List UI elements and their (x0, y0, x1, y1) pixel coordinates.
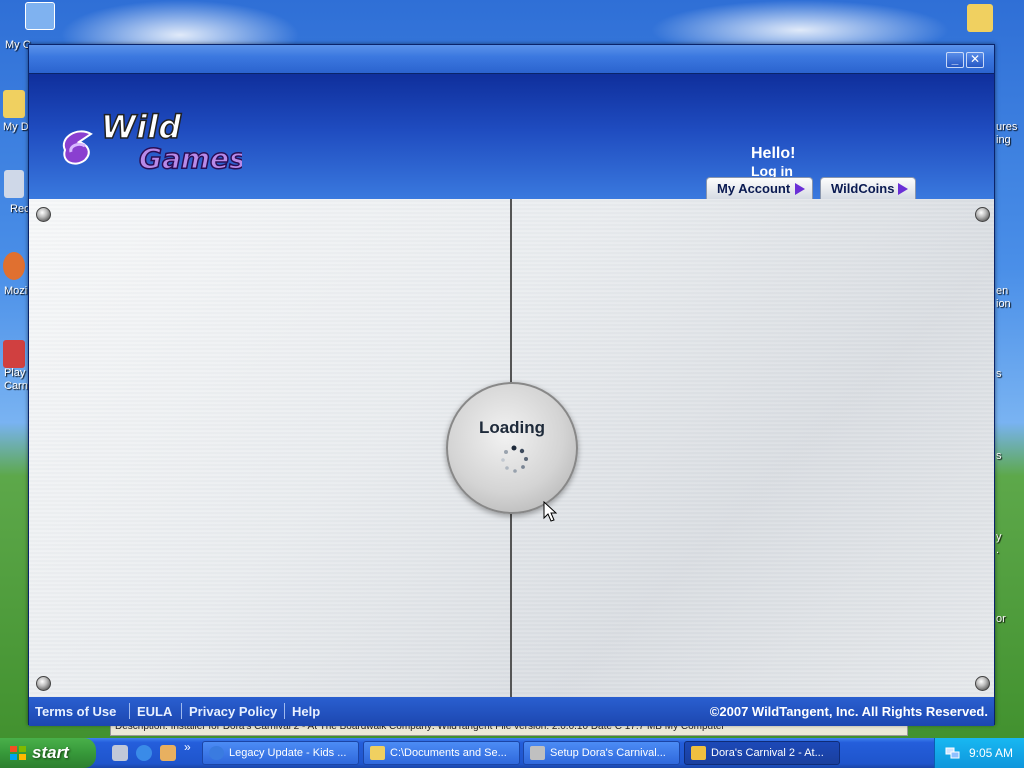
desktop-label: My D (3, 121, 29, 133)
network-icon[interactable] (945, 746, 960, 760)
desktop-icon-folder[interactable] (960, 4, 1000, 44)
wildgames-window: _ ✕ Wild Games Hello! Log in My Account … (28, 44, 995, 726)
desktop-label: or (996, 613, 1006, 625)
copyright-text: ©2007 WildTangent, Inc. All Rights Reser… (709, 704, 988, 719)
help-link[interactable]: Help (292, 704, 320, 719)
minimize-button[interactable]: _ (946, 52, 964, 68)
desktop-label: My C (5, 39, 31, 51)
desktop-label: Rec (10, 203, 30, 215)
desktop-icon-my-computer[interactable] (20, 2, 60, 42)
greeting-text: Hello! (751, 145, 796, 162)
task-label: Dora's Carnival 2 - At... (711, 747, 824, 759)
close-button[interactable]: ✕ (966, 52, 984, 68)
wild-games-logo[interactable]: Wild Games (57, 98, 242, 178)
desktop-label: y (996, 531, 1002, 543)
taskbar: start » Legacy Update - Kids ... C:\Docu… (0, 738, 1024, 768)
desktop-label: . (996, 544, 1000, 556)
clock[interactable]: 9:05 AM (969, 746, 1013, 760)
folder-icon (3, 90, 25, 118)
game-icon (691, 746, 706, 760)
recycle-bin-icon (4, 170, 24, 198)
rivet-icon (975, 676, 990, 691)
task-button-legacy-update[interactable]: Legacy Update - Kids ... (202, 741, 359, 765)
folder-icon (370, 746, 385, 760)
show-desktop-icon[interactable] (112, 745, 128, 761)
game-icon (3, 340, 25, 368)
title-bar[interactable]: _ ✕ (29, 45, 994, 74)
desktop-label: Mozil (4, 285, 30, 297)
desktop-label: ing (996, 134, 1011, 146)
loading-label: Loading (478, 418, 546, 437)
logo-text-games: Games (139, 142, 242, 175)
eula-link[interactable]: EULA (137, 704, 172, 719)
rivet-icon (975, 207, 990, 222)
footer-separator (129, 703, 130, 719)
desktop-label: s (996, 368, 1002, 380)
play-arrow-icon (795, 183, 805, 195)
task-button-setup-doras-carnival[interactable]: Setup Dora's Carnival... (523, 741, 680, 765)
browser-icon (3, 252, 25, 280)
footer-bar: Terms of Use EULA Privacy Policy Help ©2… (29, 697, 994, 726)
task-label: Legacy Update - Kids ... (229, 747, 347, 759)
brushed-metal-content: Loading (29, 199, 994, 697)
tab-wildcoins[interactable]: WildCoins (820, 177, 916, 199)
tab-my-account[interactable]: My Account (706, 177, 813, 199)
play-arrow-icon (898, 183, 908, 195)
start-button[interactable]: start (0, 738, 96, 768)
quicklaunch-more-button[interactable]: » (184, 740, 191, 754)
system-tray: 9:05 AM (934, 738, 1024, 768)
computer-icon (25, 2, 55, 30)
loading-badge: Loading (446, 382, 578, 514)
privacy-policy-link[interactable]: Privacy Policy (189, 704, 277, 719)
installer-icon (530, 746, 545, 760)
footer-separator (181, 703, 182, 719)
tab-label: My Account (717, 181, 791, 196)
terms-of-use-link[interactable]: Terms of Use (35, 704, 116, 719)
logo-text-wild: Wild (101, 108, 182, 146)
rivet-icon (36, 676, 51, 691)
tab-label: WildCoins (831, 181, 895, 196)
desktop-label: ures (996, 121, 1018, 133)
loading-spinner-icon (501, 445, 528, 473)
task-button-doras-carnival-2[interactable]: Dora's Carnival 2 - At... (684, 741, 840, 765)
windows-flag-icon (10, 746, 26, 760)
desktop-label: en (996, 285, 1009, 297)
desktop-label: Play Carni (4, 367, 31, 392)
footer-separator (284, 703, 285, 719)
internet-explorer-icon (209, 746, 224, 760)
start-label: start (32, 743, 69, 762)
desktop-label: s (996, 450, 1002, 462)
rivet-icon (36, 207, 51, 222)
desktop-label: ion (996, 298, 1011, 310)
media-icon[interactable] (160, 745, 176, 761)
internet-explorer-icon[interactable] (136, 745, 152, 761)
folder-icon (967, 4, 993, 32)
task-label: Setup Dora's Carnival... (550, 747, 666, 759)
task-label: C:\Documents and Se... (390, 747, 507, 759)
task-button-documents-folder[interactable]: C:\Documents and Se... (363, 741, 520, 765)
mouse-cursor-icon (543, 501, 557, 522)
